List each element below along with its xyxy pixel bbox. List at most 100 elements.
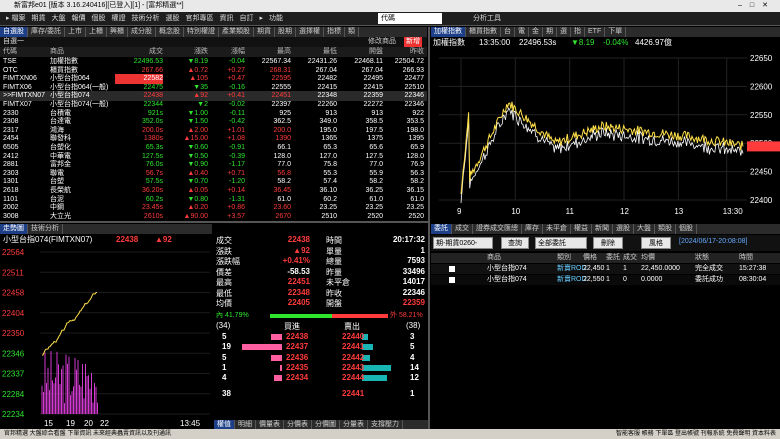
menu-item[interactable]: ▸ [256, 12, 266, 26]
tab-item[interactable]: 股期 [275, 27, 296, 37]
panel-divider-h[interactable] [0, 221, 428, 223]
order-column-header[interactable]: 價格 [583, 253, 597, 263]
menu-item[interactable]: 官邦專區 [182, 12, 216, 26]
tab-item[interactable]: 加權指數 [431, 27, 466, 37]
order-column-header[interactable]: 商品 [487, 253, 501, 263]
menu-item[interactable]: 報價 [68, 12, 88, 26]
delete-button[interactable]: 刪除 [593, 237, 623, 249]
order-column-header[interactable]: 類別 [557, 253, 571, 263]
order-cell: 22,450 [583, 265, 605, 272]
tab-item[interactable]: 庫存/委託 [28, 27, 65, 37]
tab-item[interactable]: 興櫃 [107, 27, 128, 37]
y-tick-label: 22450 [750, 168, 773, 177]
menu-item[interactable]: 技術分析 [128, 12, 162, 26]
query-button[interactable]: 查詢 [501, 237, 529, 249]
column-header[interactable]: 最高 [248, 47, 291, 57]
watchlist-name[interactable]: 自選一 [3, 37, 24, 47]
tab-item[interactable]: 指 [571, 27, 585, 37]
row-checkbox[interactable] [449, 277, 455, 283]
tab-item[interactable]: 下單 [605, 27, 627, 37]
stat-label: 價差 [216, 267, 232, 277]
menu-item[interactable]: 權證 [108, 12, 128, 26]
stat-value: 14017 [402, 277, 425, 286]
column-header[interactable]: 成交 [115, 47, 163, 57]
style-button[interactable]: 風格 [641, 237, 671, 249]
tab-item[interactable]: 期 [543, 27, 557, 37]
tab-item[interactable]: 產業類股 [219, 27, 254, 37]
tab-item[interactable]: 選 [557, 27, 571, 37]
tab-item[interactable]: 走勢圖 [0, 224, 28, 234]
tab-item[interactable]: 台 [501, 27, 515, 37]
detail-tabs[interactable]: 走勢圖 技術分析 [0, 224, 212, 234]
stat-label: 昨量 [326, 267, 342, 277]
order-column-header[interactable]: 狀態 [695, 253, 709, 263]
tab-item[interactable]: 期貨 [254, 27, 275, 37]
tab-item[interactable]: 未平倉 [543, 224, 571, 234]
tab-item[interactable]: 上市 [65, 27, 86, 37]
row-checkbox[interactable] [449, 266, 455, 272]
tab-item[interactable]: 大盤 [634, 224, 655, 234]
column-header[interactable]: 漲跌 [166, 47, 208, 57]
mini-x-label: 15 [44, 419, 53, 428]
edit-products-button[interactable]: 修改商品 [368, 37, 396, 47]
tab-item[interactable]: 成分股 [128, 27, 156, 37]
tab-item[interactable]: 類股 [655, 224, 676, 234]
menu-item[interactable]: 大盤 [48, 12, 68, 26]
order-column-header[interactable]: 時間 [739, 253, 753, 263]
tab-item[interactable]: 金 [529, 27, 543, 37]
tab-item[interactable]: 特別權證 [184, 27, 219, 37]
order-column-header[interactable]: 委託 [606, 253, 620, 263]
panel-divider[interactable] [428, 27, 430, 429]
tab-item[interactable]: ETF [585, 27, 606, 37]
mini-price-line [41, 291, 98, 356]
tab-item[interactable]: 委託 [431, 224, 452, 234]
window-controls[interactable]: –□✕ [738, 0, 776, 12]
account-select[interactable]: 期-期貨0260- [433, 237, 493, 249]
order-column-header[interactable]: 成交 [623, 253, 637, 263]
analysis-tools-menu[interactable]: 分析工具 [470, 12, 504, 26]
tab-item[interactable]: 庫存 [522, 224, 543, 234]
menu-item[interactable]: 資訊 [216, 12, 236, 26]
order-cell: 小型台指074 [487, 265, 527, 272]
menu-item[interactable]: 選股 [162, 12, 182, 26]
y-tick-label: 22550 [750, 111, 773, 120]
add-badge[interactable]: 新增 [404, 37, 422, 47]
tab-item[interactable]: 櫃買指數 [466, 27, 501, 37]
tab-item[interactable]: 證券成交匯總 [473, 224, 522, 234]
order-column-header[interactable]: 均價 [641, 253, 655, 263]
menu-item[interactable]: ▸ 檔案 [3, 12, 28, 26]
tab-item[interactable]: 權益 [571, 224, 592, 234]
column-header[interactable]: 最低 [294, 47, 337, 57]
order-row[interactable]: 小型台指074 新賣ROD 22,550 1 0 0.0000 委託成功 08:30:04 [431, 275, 780, 285]
symbol-input[interactable]: 代碼 FIMTXN07.TF [378, 13, 442, 33]
tab-item[interactable]: 選股 [613, 224, 634, 234]
tab-item[interactable]: 類 [345, 27, 359, 37]
column-header[interactable]: 代碼 [3, 47, 17, 57]
tab-item[interactable]: 概念股 [156, 27, 184, 37]
column-header[interactable]: 開盤 [340, 47, 383, 57]
menu-item[interactable]: 自訂 [236, 12, 256, 26]
tab-item[interactable]: 選擇權 [296, 27, 324, 37]
menu-items[interactable]: ▸ 檔案 期貨 大盤 報價 個股 權證 技術分析 選股 官邦專區 資訊 自訂 ▸ 功能 [0, 12, 289, 26]
tab-item[interactable]: 電 [515, 27, 529, 37]
tab-item[interactable]: 技術分析 [28, 224, 63, 234]
tab-item[interactable]: 新聞 [592, 224, 613, 234]
column-header[interactable]: 商品 [50, 47, 120, 57]
menu-item[interactable]: 期貨 [28, 12, 48, 26]
index-chart-tabs[interactable]: 加權指數 櫃買指數台電金期選指 ETF 下單 [431, 27, 780, 37]
tab-item[interactable]: 個股 [676, 224, 697, 234]
column-header[interactable]: 昨收 [386, 47, 424, 57]
status-right[interactable]: 智能客服 帳務 下單區 登出帳號 刊報系統 免費聲明 資本料表 [616, 429, 776, 439]
quote-category-tabs[interactable]: 自選股 庫存/委託 上市 上櫃 興櫃 成分股 概念股 特別權證 產業類股 期貨 股期 選擇權 指標類 [0, 27, 427, 37]
menu-item[interactable]: 個股 [88, 12, 108, 26]
order-row[interactable]: 小型台指074 新賣ROD 22,450 1 1 22,450.0000 完全成交 15:27… [431, 264, 780, 274]
tab-item[interactable]: 上櫃 [86, 27, 107, 37]
menu-item[interactable]: 功能 [266, 12, 286, 26]
column-header[interactable]: 漲幅 [210, 47, 245, 57]
book-cell: 22435 [286, 362, 309, 372]
tab-item[interactable]: 成交 [452, 224, 473, 234]
filter-select[interactable]: 全部委託 [535, 237, 587, 249]
order-tabs[interactable]: 委託 成交 證券成交匯總 庫存 未平倉 權益 新聞 選股 大盤 類股 個股 [431, 224, 780, 234]
tab-item[interactable]: 指標 [324, 27, 345, 37]
tab-item[interactable]: 自選股 [0, 27, 28, 37]
